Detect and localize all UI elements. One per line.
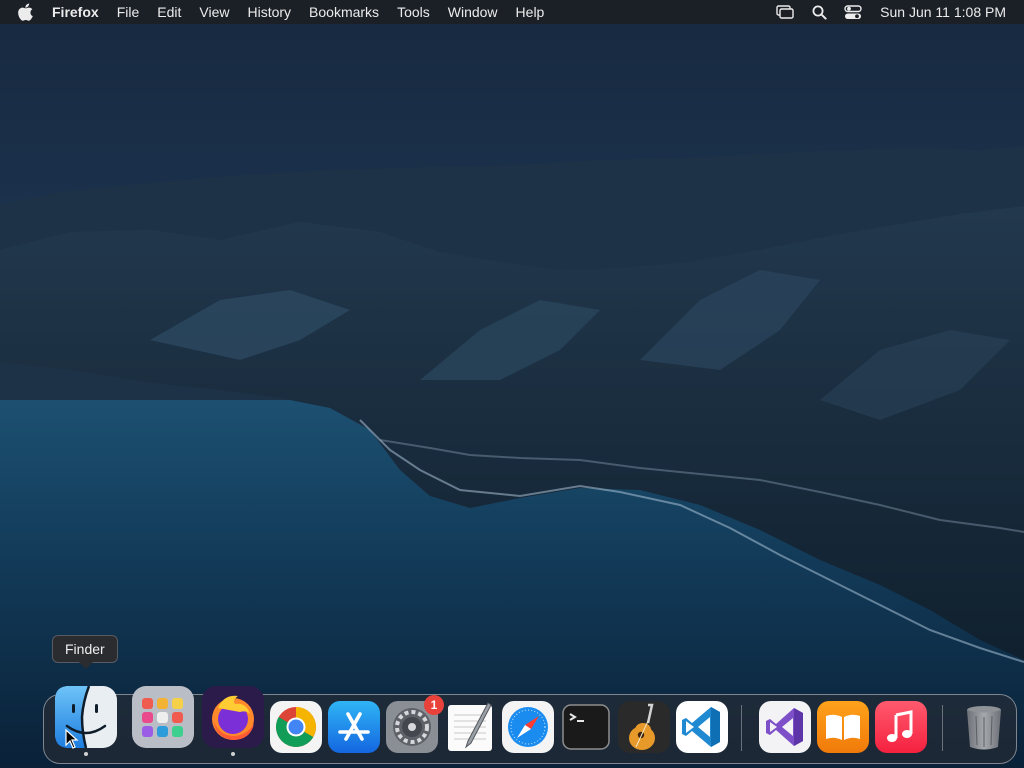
desktop-wallpaper [0, 0, 1024, 768]
menu-bar-status-area: Sun Jun 11 1:08 PM [768, 0, 1024, 24]
dock-item-safari[interactable] [502, 701, 554, 753]
dock-item-chrome[interactable] [270, 701, 322, 753]
textedit-icon [448, 702, 492, 751]
control-center-icon[interactable] [843, 2, 863, 22]
menu-bar-clock[interactable]: Sun Jun 11 1:08 PM [880, 4, 1006, 20]
terminal-icon [562, 704, 610, 750]
dock-separator [942, 705, 943, 751]
menu-bookmarks[interactable]: Bookmarks [300, 0, 388, 24]
menu-edit[interactable]: Edit [148, 0, 190, 24]
menu-help[interactable]: Help [507, 0, 554, 24]
books-icon [817, 701, 869, 753]
dock-item-garageband[interactable] [618, 701, 670, 753]
music-icon [875, 701, 927, 753]
dock-item-books[interactable] [817, 701, 869, 753]
running-indicator [231, 752, 235, 756]
visual-studio-icon [759, 701, 811, 753]
dock-item-trash[interactable] [958, 701, 1010, 753]
app-store-icon [328, 701, 380, 753]
menu-window[interactable]: Window [439, 0, 507, 24]
dock-item-system-preferences[interactable]: 1 [386, 695, 444, 753]
safari-icon [502, 701, 554, 753]
vscode-icon [676, 701, 728, 753]
menu-history[interactable]: History [238, 0, 300, 24]
chrome-icon [270, 701, 322, 753]
dock-item-firefox[interactable] [202, 686, 264, 756]
launchpad-icon [132, 686, 194, 748]
dock-item-textedit[interactable] [444, 701, 496, 753]
notification-badge: 1 [424, 695, 444, 715]
menu-file[interactable]: File [108, 0, 149, 24]
dock-item-vscode[interactable] [676, 701, 728, 753]
screen-mirroring-icon[interactable] [775, 2, 795, 22]
dock-item-terminal[interactable] [560, 701, 612, 753]
menu-app-firefox[interactable]: Firefox [52, 0, 108, 24]
running-indicator [84, 752, 88, 756]
dock-item-launchpad[interactable] [132, 686, 194, 748]
apple-logo-icon[interactable] [18, 3, 36, 21]
dock-tooltip: Finder [52, 635, 118, 669]
dock-item-visual-studio[interactable] [759, 701, 811, 753]
garageband-icon [618, 701, 670, 753]
mouse-cursor-icon [65, 728, 79, 749]
dock-item-app-store[interactable] [328, 701, 380, 753]
menu-view[interactable]: View [190, 0, 238, 24]
menu-tools[interactable]: Tools [388, 0, 439, 24]
firefox-icon [202, 686, 264, 748]
dock: 1 [43, 686, 1017, 764]
dock-separator [741, 705, 742, 751]
dock-item-music[interactable] [875, 701, 927, 753]
search-icon[interactable] [809, 2, 829, 22]
trash-icon [967, 706, 1001, 750]
menu-bar: Firefox File Edit View History Bookmarks… [0, 0, 1024, 24]
